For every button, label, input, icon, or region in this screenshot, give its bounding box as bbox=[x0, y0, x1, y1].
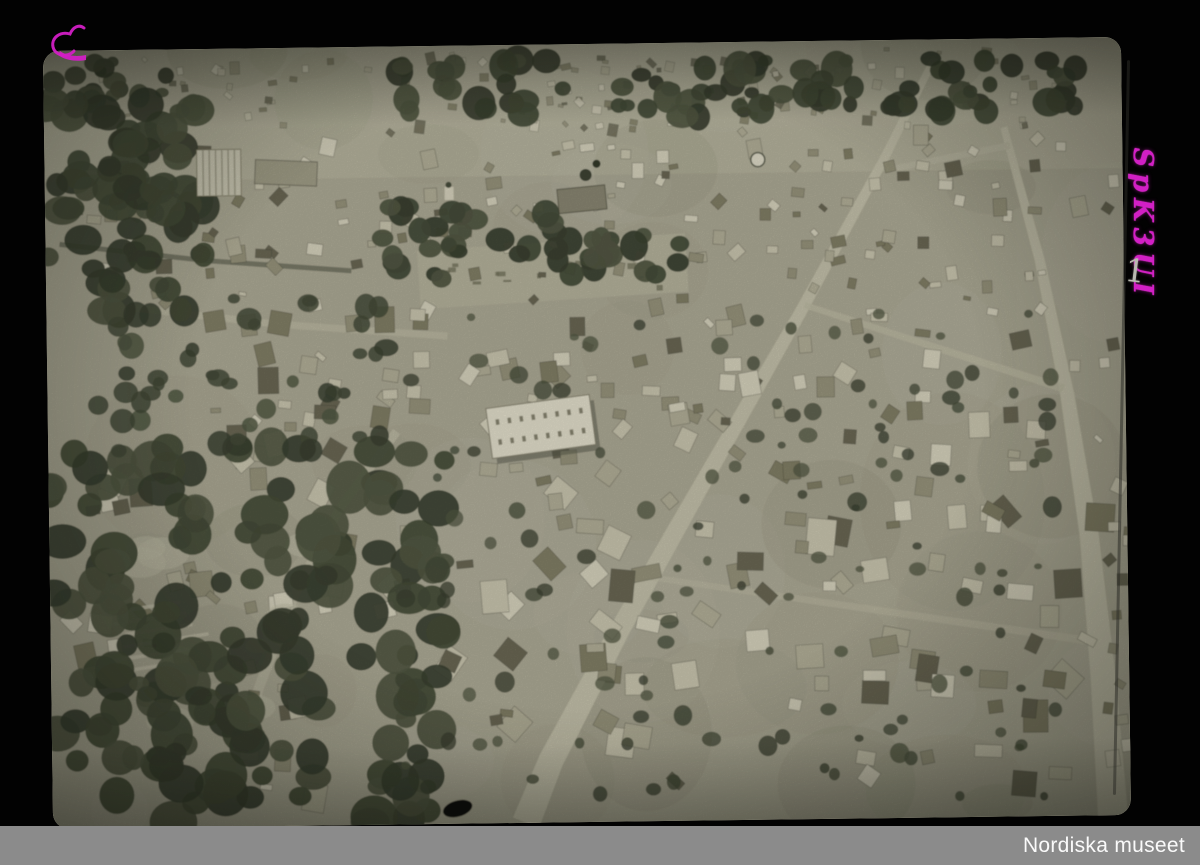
watermark-label: Nordiska museet bbox=[1023, 834, 1185, 858]
film-grain-overlay bbox=[43, 37, 1131, 829]
watermark-bar: Nordiska museet bbox=[0, 826, 1200, 865]
annotation-number: 1 bbox=[1123, 251, 1148, 291]
aerial-photo bbox=[43, 37, 1131, 829]
corner-mark-icon bbox=[44, 22, 96, 72]
aerial-photo-scene bbox=[43, 37, 1131, 829]
film-frame: SpK3UI 1 Nordiska museet bbox=[0, 0, 1200, 865]
